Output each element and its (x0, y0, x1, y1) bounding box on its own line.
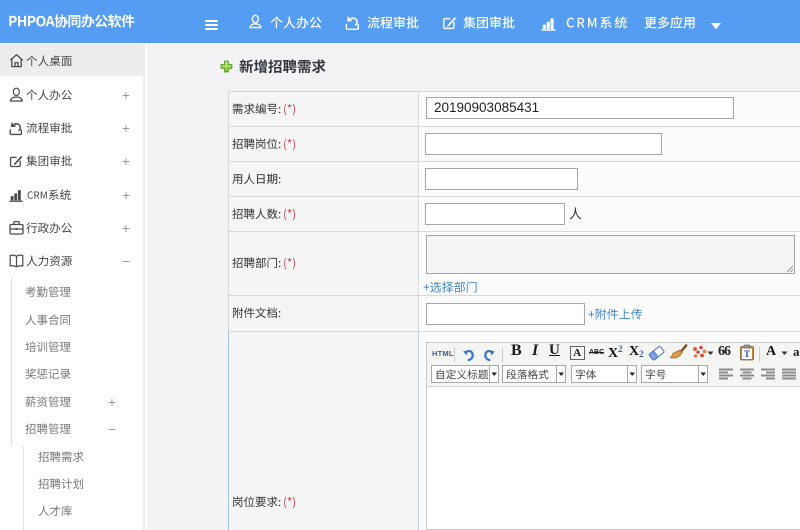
svg-text:T: T (744, 349, 750, 359)
